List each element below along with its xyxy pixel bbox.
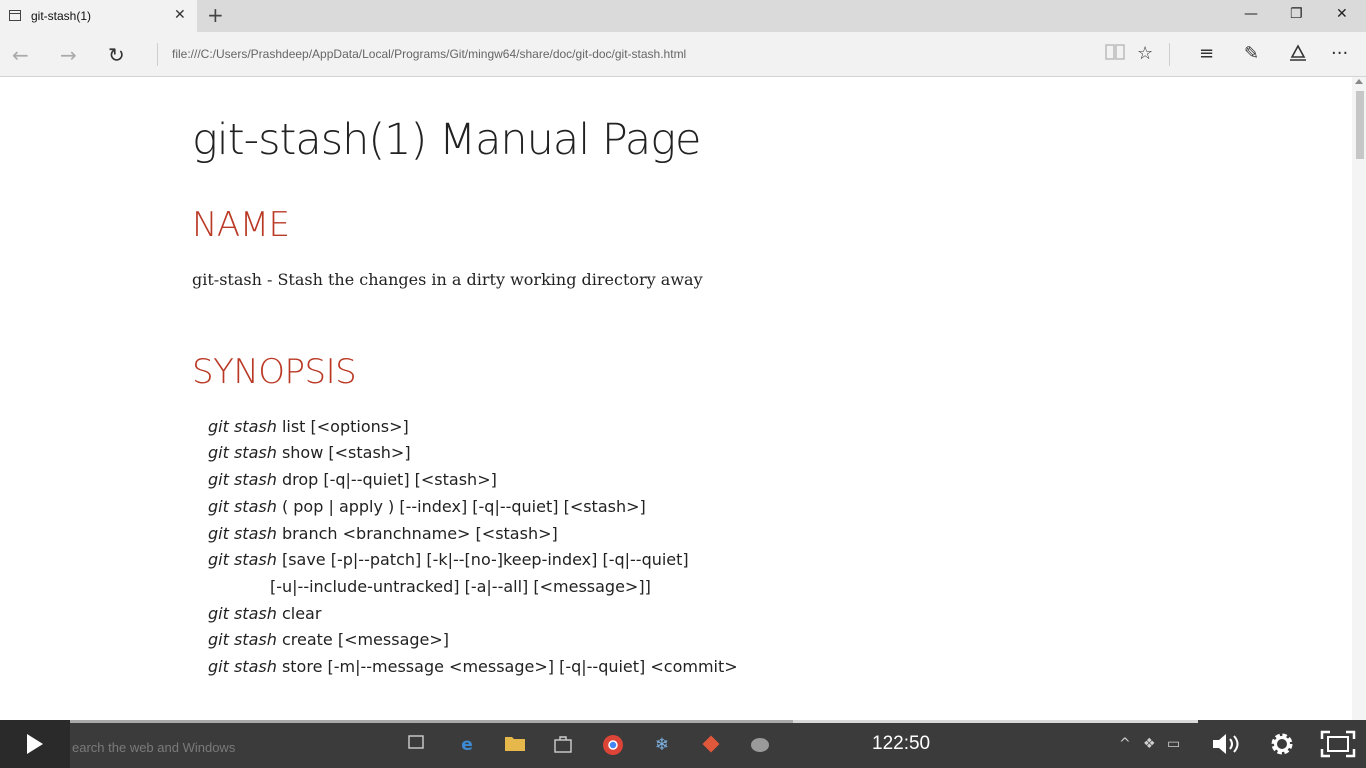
refresh-button[interactable]: ↻ [108, 43, 125, 67]
vertical-scrollbar[interactable] [1352, 77, 1366, 720]
favorite-star-icon[interactable]: ☆ [1137, 43, 1153, 64]
chrome-icon[interactable] [602, 734, 624, 756]
progress-bar-remaining[interactable] [793, 720, 1198, 723]
divider [157, 43, 158, 66]
share-icon[interactable] [1288, 43, 1308, 68]
synopsis-heading: SYNOPSIS [192, 352, 357, 392]
synopsis-line: git stash list [<options>] [208, 417, 409, 436]
address-field[interactable]: file:///C:/Users/Prashdeep/AppData/Local… [172, 47, 686, 61]
tray-overflow-icon[interactable]: ^ [1119, 736, 1131, 752]
video-player-bar: earch the web and Windows e ❄ 122:50 ^ ❖… [0, 720, 1366, 768]
synopsis-line: [-u|--include-untracked] [-a|--all] [<me… [270, 577, 651, 596]
name-heading: NAME [192, 205, 290, 245]
page-title: git-stash(1) Manual Page [192, 115, 702, 165]
synopsis-line: git stash show [<stash>] [208, 443, 411, 462]
settings-gear-icon[interactable] [1268, 730, 1296, 765]
taskbar-search-box[interactable]: earch the web and Windows [72, 740, 235, 755]
page-content: git-stash(1) Manual Page NAME git-stash … [0, 77, 1352, 720]
store-icon[interactable] [552, 734, 574, 756]
git-icon[interactable] [700, 734, 722, 756]
synopsis-line: git stash store [-m|--message <message>]… [208, 657, 738, 676]
close-window-button[interactable]: ✕ [1336, 6, 1348, 22]
dropbox-tray-icon[interactable]: ❖ [1143, 736, 1156, 752]
synopsis-line: git stash [save [-p|--patch] [-k|--[no-]… [208, 550, 689, 569]
minimize-button[interactable]: — [1244, 6, 1258, 22]
web-note-icon[interactable]: ✎ [1244, 43, 1259, 64]
restore-button[interactable]: ❐ [1290, 6, 1303, 22]
edge-browser-icon[interactable]: e [456, 734, 478, 756]
reading-view-icon[interactable] [1104, 43, 1126, 66]
divider [1169, 43, 1170, 66]
paint-app-icon[interactable] [749, 734, 771, 756]
synopsis-line: git stash create [<message>] [208, 630, 450, 649]
scroll-up-arrow-icon[interactable] [1355, 79, 1363, 84]
forward-button[interactable]: → [60, 43, 77, 67]
name-description: git-stash - Stash the changes in a dirty… [192, 270, 703, 289]
more-icon[interactable]: ··· [1331, 43, 1348, 64]
play-button[interactable] [0, 720, 70, 768]
playback-time: 122:50 [872, 733, 931, 754]
synopsis-line: git stash branch <branchname> [<stash>] [208, 524, 558, 543]
tab-close-icon[interactable]: ✕ [174, 7, 186, 23]
page-icon [9, 10, 21, 21]
address-bar-area: ← → ↻ file:///C:/Users/Prashdeep/AppData… [0, 32, 1366, 77]
synopsis-line: git stash clear [208, 604, 322, 623]
task-view-icon[interactable] [405, 734, 427, 756]
synopsis-line: git stash drop [-q|--quiet] [<stash>] [208, 470, 497, 489]
snowflake-app-icon[interactable]: ❄ [651, 734, 673, 756]
tab-title: git-stash(1) [31, 9, 92, 23]
play-icon [27, 734, 43, 754]
tab-strip: git-stash(1) ✕ + — ❐ ✕ [0, 0, 1366, 32]
file-explorer-icon[interactable] [504, 734, 526, 756]
fullscreen-icon[interactable] [1320, 730, 1356, 765]
progress-bar-played[interactable] [70, 720, 793, 723]
scroll-thumb[interactable] [1356, 91, 1364, 159]
synopsis-line: git stash ( pop | apply ) [--index] [-q|… [208, 497, 646, 516]
back-button[interactable]: ← [12, 43, 29, 67]
volume-icon[interactable] [1210, 730, 1242, 765]
hub-icon[interactable]: ≡ [1199, 43, 1214, 64]
browser-tab[interactable]: git-stash(1) ✕ [0, 0, 197, 32]
network-tray-icon[interactable]: ▭ [1167, 736, 1180, 752]
new-tab-button[interactable]: + [207, 3, 224, 27]
